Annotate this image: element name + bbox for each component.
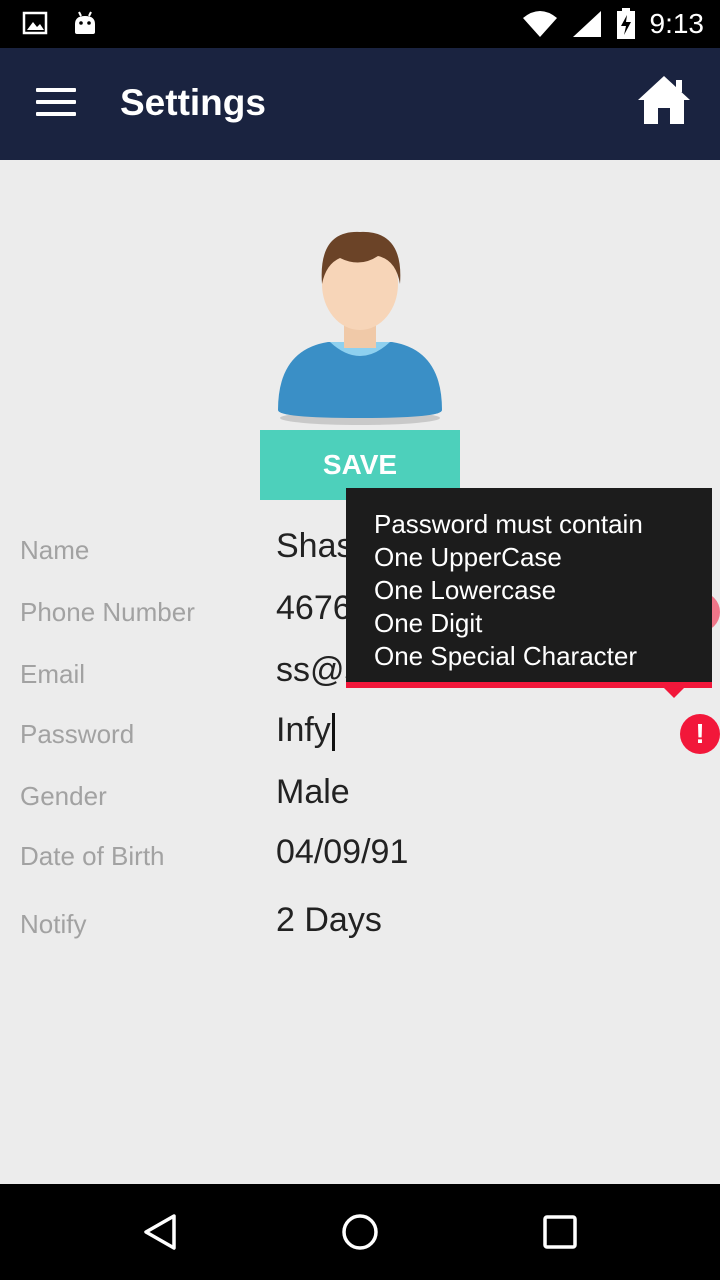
error-tooltip: Password must contain One UpperCase One … [346,488,712,688]
home-icon[interactable] [636,74,692,126]
name-label: Name [20,535,90,565]
home-circle-icon[interactable] [340,1212,380,1252]
dob-label: Date of Birth [20,841,165,871]
user-avatar-icon[interactable] [268,220,452,428]
hamburger-menu-icon[interactable] [36,88,76,120]
tooltip-pointer [664,688,684,698]
dob-field[interactable]: 04/09/91 [276,833,408,872]
text-cursor [331,713,335,752]
status-bar: 9:13 [0,0,720,48]
battery-charging-icon [616,8,635,39]
signal-icon [572,11,601,37]
recents-icon[interactable] [540,1212,580,1252]
tooltip-line: One Lowercase [374,575,557,605]
email-label: Email [20,659,86,689]
android-icon [75,11,95,34]
password-label: Password [20,719,135,749]
tooltip-line: One Special Character [374,641,638,671]
image-icon [22,11,48,35]
password-value: Infy [276,711,331,749]
notify-label: Notify [20,909,87,939]
status-time: 9:13 [649,8,705,39]
back-icon[interactable] [140,1212,180,1252]
gender-label: Gender [20,781,107,811]
navigation-bar [0,1184,720,1280]
password-error-icon[interactable]: ! [680,714,720,754]
tooltip-line: One UpperCase [374,542,562,572]
phone-label: Phone Number [20,597,195,627]
app-bar: Settings [0,48,720,160]
tooltip-line: One Digit [374,608,483,638]
tooltip-line: Password must contain [374,509,643,539]
wifi-icon [522,11,557,37]
gender-field[interactable]: Male [276,773,350,812]
page-title: Settings [120,82,266,123]
notify-field[interactable]: 2 Days [276,901,382,940]
password-field[interactable]: Infy [276,711,335,752]
